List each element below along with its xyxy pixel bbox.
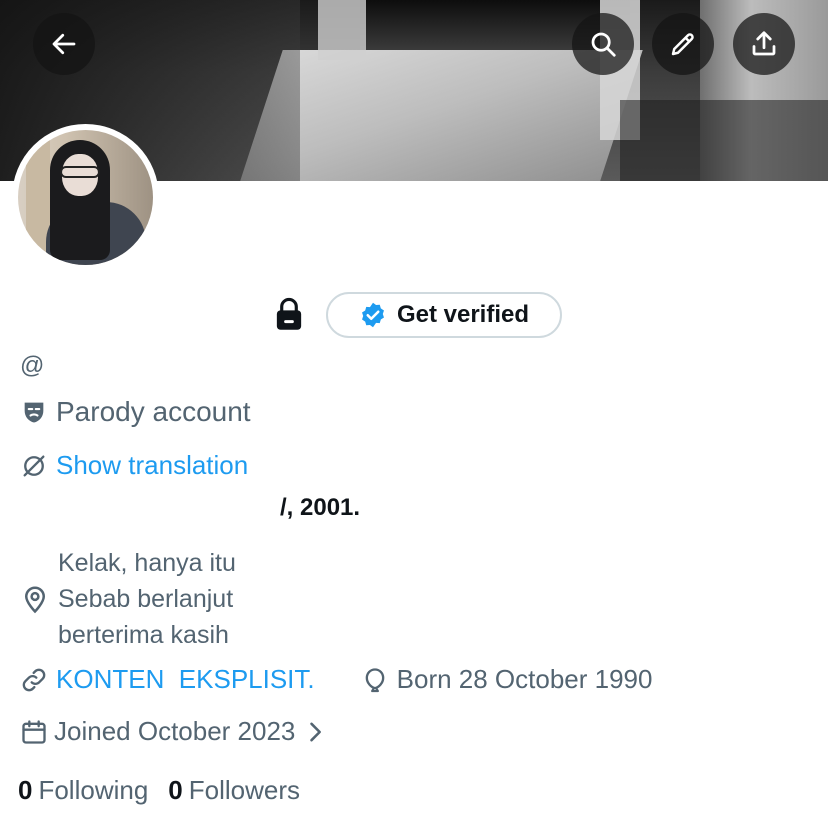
lock-icon [276,297,302,330]
banner-shadow-right [620,100,828,181]
profile-location: Kelak, hanya itu Sebab berlanjut berteri… [20,545,236,653]
share-button[interactable] [733,13,795,75]
edit-button[interactable] [652,13,714,75]
website-link[interactable]: KONTEN EKSPLISIT. [56,664,315,695]
following-count: 0 [18,775,33,805]
translate-icon [23,455,45,476]
born-text: Born 28 October 1990 [396,664,653,694]
balloon-icon [365,667,384,692]
followers-link[interactable]: 0 Followers [168,775,300,806]
link-icon [22,668,46,691]
username-handle: @ [20,352,45,379]
show-translation-link[interactable]: Show translation [20,450,248,481]
followers-count: 0 [168,775,183,805]
joined-date[interactable]: Joined October 2023 [20,716,329,747]
search-button[interactable] [572,13,634,75]
theater-mask-icon [24,402,44,423]
arrow-left-icon [52,33,76,55]
avatar-photo [18,130,153,265]
following-label: Following [38,775,149,805]
joined-text: Joined October 2023 [54,716,296,746]
calendar-icon [22,719,46,744]
parody-text: Parody account [56,396,251,427]
parody-account-label: Parody account [20,396,251,428]
location-pin-icon [24,586,46,614]
banner-pillar [318,0,366,60]
location-text: Kelak, hanya itu Sebab berlanjut berteri… [58,549,236,649]
birthdate: Born 28 October 1990 [361,664,653,695]
following-link[interactable]: 0 Following [18,775,148,806]
follow-stats: 0 Following 0 Followers [18,775,300,806]
show-translation-text: Show translation [56,450,249,480]
followers-label: Followers [188,775,301,805]
avatar-glasses [60,166,100,178]
avatar[interactable] [12,124,159,271]
bio-text: /, 2001. [280,494,361,521]
get-verified-button[interactable]: Get verified [326,292,562,338]
share-icon [752,31,776,56]
chevron-right-icon [310,722,322,741]
search-icon [591,32,616,57]
get-verified-label: Get verified [396,301,530,328]
back-button[interactable] [33,13,95,75]
profile-meta: KONTEN EKSPLISIT. Born 28 October 1990 [20,664,652,695]
verified-badge-icon [362,302,384,328]
pencil-icon [671,33,694,56]
